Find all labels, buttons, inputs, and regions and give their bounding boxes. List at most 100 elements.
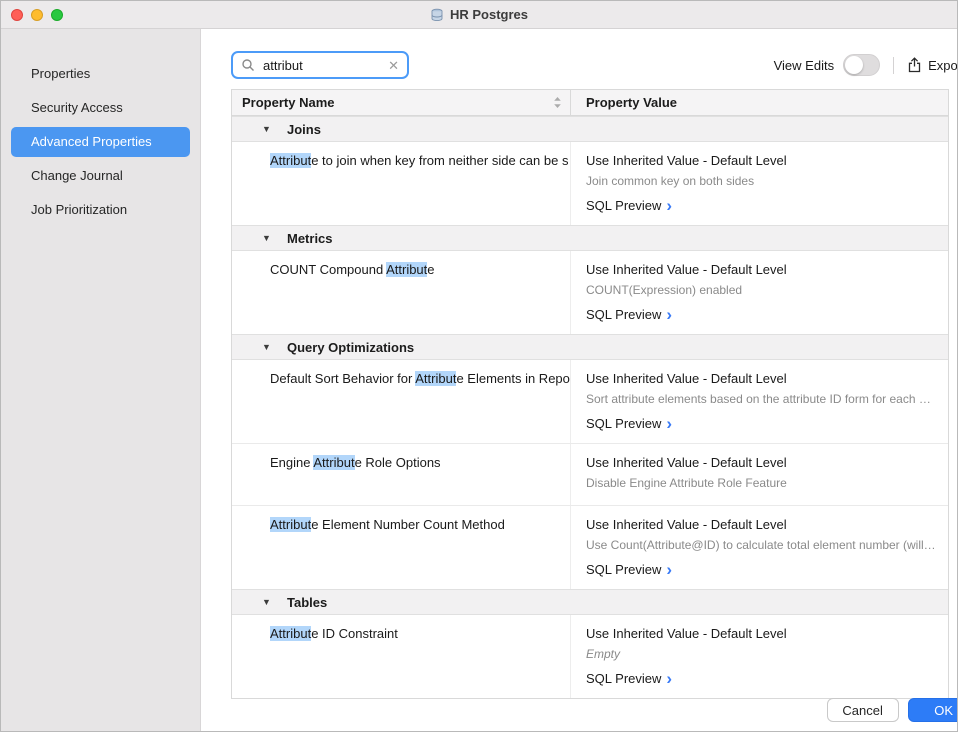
property-subtext: Empty <box>586 647 936 662</box>
section-title: Joins <box>287 122 321 137</box>
table-row[interactable]: Attribute ID Constraint Use Inherited Va… <box>232 615 948 698</box>
minimize-button[interactable] <box>31 9 43 21</box>
window-title: HR Postgres <box>450 7 528 22</box>
property-subtext: Sort attribute elements based on the att… <box>586 392 936 407</box>
property-value-cell: Use Inherited Value - Default Level Disa… <box>571 444 948 505</box>
sql-preview-link[interactable]: SQL Preview› <box>586 415 936 432</box>
sidebar-item-change-journal[interactable]: Change Journal <box>11 161 190 191</box>
column-label: Property Value <box>586 95 677 110</box>
table-header: Property Name Property Value <box>232 90 948 116</box>
property-name: Default Sort Behavior for Attribute Elem… <box>232 360 571 443</box>
search-input[interactable] <box>261 57 382 74</box>
property-name: Attribute ID Constraint <box>232 615 571 698</box>
sidebar-item-security-access[interactable]: Security Access <box>11 93 190 123</box>
disclosure-triangle-icon[interactable]: ▼ <box>262 597 274 607</box>
traffic-lights <box>11 9 63 21</box>
database-icon <box>430 8 444 22</box>
sort-icon[interactable] <box>553 96 562 109</box>
name-text: e Elements in Reports <box>456 371 571 386</box>
ok-button[interactable]: OK <box>908 698 958 722</box>
toolbar: ✕ View Edits <box>231 51 958 79</box>
property-value[interactable]: Use Inherited Value - Default Level <box>586 370 936 387</box>
chevron-right-icon: › <box>666 563 672 576</box>
name-text: e Element Number Count Method <box>311 517 505 532</box>
cancel-button[interactable]: Cancel <box>827 698 899 722</box>
sql-preview-label: SQL Preview <box>586 197 661 214</box>
export-button[interactable]: Export <box>907 57 958 73</box>
name-text: Default Sort Behavior for <box>270 371 415 386</box>
main-content: ✕ View Edits <box>201 29 958 732</box>
name-text: e to join when key from neither side can… <box>311 153 571 168</box>
property-value-cell: Use Inherited Value - Default Level Use … <box>571 506 948 589</box>
name-text: Engine <box>270 455 313 470</box>
name-text: e <box>427 262 434 277</box>
sidebar: Properties Security Access Advanced Prop… <box>1 29 201 732</box>
sidebar-item-job-prioritization[interactable]: Job Prioritization <box>11 195 190 225</box>
section-metrics: ▼ Metrics COUNT Compound Attribute Use I… <box>232 225 948 334</box>
section-tables: ▼ Tables Attribute ID Constraint Use Inh… <box>232 589 948 698</box>
column-label: Property Name <box>242 95 334 110</box>
chevron-right-icon: › <box>666 199 672 212</box>
zoom-button[interactable] <box>51 9 63 21</box>
section-header[interactable]: ▼ Metrics <box>232 225 948 251</box>
property-value[interactable]: Use Inherited Value - Default Level <box>586 152 936 169</box>
export-icon <box>907 57 922 73</box>
name-text: COUNT Compound <box>270 262 386 277</box>
search-highlight: Attribut <box>270 626 311 641</box>
property-name: Attribute Element Number Count Method <box>232 506 571 589</box>
sql-preview-label: SQL Preview <box>586 670 661 687</box>
property-subtext: Disable Engine Attribute Role Feature <box>586 476 936 491</box>
sql-preview-label: SQL Preview <box>586 306 661 323</box>
property-value[interactable]: Use Inherited Value - Default Level <box>586 625 936 642</box>
close-button[interactable] <box>11 9 23 21</box>
table-row[interactable]: Engine Attribute Role Options Use Inheri… <box>232 443 948 505</box>
name-text: e ID Constraint <box>311 626 398 641</box>
search-highlight: Attribut <box>386 262 427 277</box>
toolbar-separator <box>893 57 894 74</box>
view-edits-toggle[interactable] <box>843 54 880 76</box>
section-header[interactable]: ▼ Tables <box>232 589 948 615</box>
chevron-right-icon: › <box>666 672 672 685</box>
search-highlight: Attribut <box>313 455 354 470</box>
property-value[interactable]: Use Inherited Value - Default Level <box>586 261 936 278</box>
table-row[interactable]: Attribute Element Number Count Method Us… <box>232 505 948 589</box>
table-row[interactable]: Attribute to join when key from neither … <box>232 142 948 225</box>
section-title: Tables <box>287 595 327 610</box>
property-name: COUNT Compound Attribute <box>232 251 571 334</box>
search-highlight: Attribut <box>270 153 311 168</box>
sidebar-item-properties[interactable]: Properties <box>11 59 190 89</box>
disclosure-triangle-icon[interactable]: ▼ <box>262 124 274 134</box>
search-icon <box>241 58 255 72</box>
property-value-cell: Use Inherited Value - Default Level Join… <box>571 142 948 225</box>
toolbar-right: View Edits Export <box>774 54 958 76</box>
search-field[interactable]: ✕ <box>231 51 409 79</box>
section-header[interactable]: ▼ Joins <box>232 116 948 142</box>
property-name: Engine Attribute Role Options <box>232 444 571 505</box>
property-value[interactable]: Use Inherited Value - Default Level <box>586 454 936 471</box>
sql-preview-link[interactable]: SQL Preview › <box>586 670 936 687</box>
properties-table: Property Name Property Value <box>231 89 949 699</box>
property-value-cell: Use Inherited Value - Default Level COUN… <box>571 251 948 334</box>
property-subtext: Join common key on both sides <box>586 174 936 189</box>
disclosure-triangle-icon[interactable]: ▼ <box>262 233 274 243</box>
section-title: Metrics <box>287 231 333 246</box>
export-label: Export <box>928 58 958 73</box>
window: HR Postgres Properties Security Access A… <box>0 0 958 732</box>
property-subtext: Use Count(Attribute@ID) to calculate tot… <box>586 538 936 553</box>
sql-preview-link[interactable]: SQL Preview› <box>586 306 936 323</box>
section-title: Query Optimizations <box>287 340 414 355</box>
sql-preview-label: SQL Preview <box>586 561 661 578</box>
table-row[interactable]: COUNT Compound Attribute Use Inherited V… <box>232 251 948 334</box>
column-header-property-value[interactable]: Property Value <box>571 90 948 115</box>
title-wrap: HR Postgres <box>430 7 528 22</box>
sql-preview-link[interactable]: SQL Preview › <box>586 561 936 578</box>
property-value[interactable]: Use Inherited Value - Default Level <box>586 516 936 533</box>
column-header-property-name[interactable]: Property Name <box>232 90 571 115</box>
section-header[interactable]: ▼ Query Optimizations <box>232 334 948 360</box>
sql-preview-label: SQL Preview <box>586 415 661 432</box>
sql-preview-link[interactable]: SQL Preview › <box>586 197 936 214</box>
table-row[interactable]: Default Sort Behavior for Attribute Elem… <box>232 360 948 443</box>
sidebar-item-advanced-properties[interactable]: Advanced Properties <box>11 127 190 157</box>
disclosure-triangle-icon[interactable]: ▼ <box>262 342 274 352</box>
clear-search-icon[interactable]: ✕ <box>388 59 399 72</box>
